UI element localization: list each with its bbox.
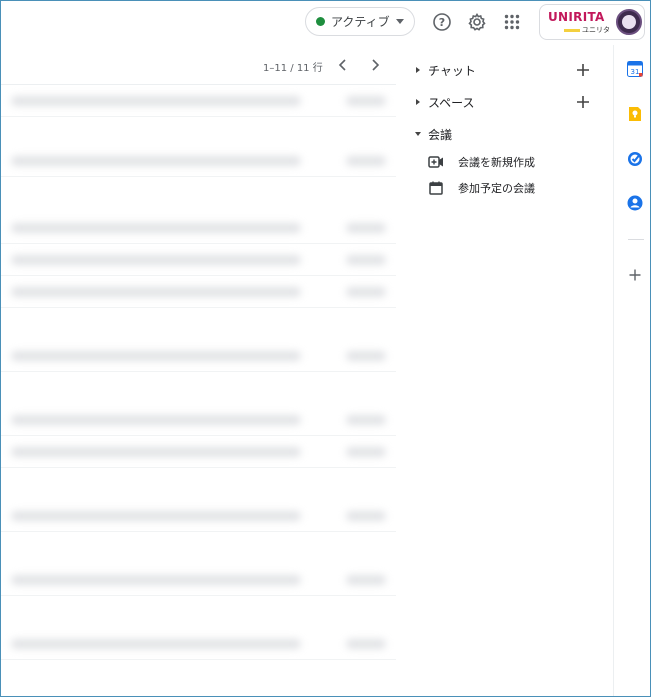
expand-arrow-icon xyxy=(416,67,420,73)
tasks-app-icon[interactable] xyxy=(627,151,643,167)
contacts-app-icon[interactable] xyxy=(627,195,643,211)
svg-text:?: ? xyxy=(439,16,445,29)
add-chat-button[interactable] xyxy=(574,61,592,79)
mail-row[interactable] xyxy=(1,244,396,276)
app-rail: 31 xyxy=(613,45,650,696)
mail-row[interactable] xyxy=(1,145,396,177)
section-chat-label: チャット xyxy=(428,63,476,78)
status-active-dot xyxy=(316,17,325,26)
section-meet-label: 会議 xyxy=(428,127,453,142)
chevron-left-icon[interactable] xyxy=(333,55,353,75)
section-chat[interactable]: チャット xyxy=(396,57,613,83)
expand-arrow-icon xyxy=(416,99,420,105)
mail-row[interactable] xyxy=(1,628,396,660)
mail-row[interactable] xyxy=(1,500,396,532)
mail-toolbar: 1–11 / 11 行 xyxy=(1,45,396,85)
mail-row[interactable] xyxy=(1,436,396,468)
settings-icon[interactable] xyxy=(465,10,489,34)
avatar[interactable] xyxy=(616,9,642,35)
top-bar: アクティブ ? UNIRITA ユニリタ xyxy=(1,1,650,45)
mail-row[interactable] xyxy=(1,404,396,436)
status-selector[interactable]: アクティブ xyxy=(305,7,415,36)
meet-new-meeting[interactable]: 会議を新規作成 xyxy=(428,151,535,173)
apps-grid-icon[interactable] xyxy=(500,10,524,34)
mail-row[interactable] xyxy=(1,276,396,308)
app-window: アクティブ ? UNIRITA ユニリタ 1–11 / 11 行 チャット スペ… xyxy=(0,0,651,697)
meet-upcoming-label: 参加予定の会議 xyxy=(458,182,535,195)
chevron-right-icon[interactable] xyxy=(365,55,385,75)
svg-text:31: 31 xyxy=(631,68,640,76)
side-panel: チャット スペース 会議 会議を新規作成 参加予定の会議 xyxy=(396,45,613,696)
meet-upcoming[interactable]: 参加予定の会議 xyxy=(428,177,535,199)
caret-down-icon xyxy=(395,19,404,24)
meet-new-meeting-label: 会議を新規作成 xyxy=(458,156,535,169)
keep-app-icon[interactable] xyxy=(627,106,643,122)
section-meet[interactable]: 会議 xyxy=(396,121,613,147)
collapse-arrow-icon xyxy=(415,132,421,136)
pagination-text: 1–11 / 11 行 xyxy=(263,63,323,74)
video-add-icon xyxy=(428,154,444,170)
mail-row[interactable] xyxy=(1,85,396,117)
calendar-icon xyxy=(428,180,444,196)
mail-row[interactable] xyxy=(1,564,396,596)
add-icon[interactable] xyxy=(627,267,643,283)
help-icon[interactable]: ? xyxy=(430,10,454,34)
mail-list-area: 1–11 / 11 行 xyxy=(1,45,396,696)
section-spaces-label: スペース xyxy=(428,95,475,110)
status-label: アクティブ xyxy=(331,15,390,29)
mail-row[interactable] xyxy=(1,212,396,244)
brand-logo-text: UNIRITA xyxy=(548,10,605,24)
rail-divider xyxy=(628,239,644,240)
calendar-app-icon[interactable]: 31 xyxy=(627,61,643,77)
brand-logo-sub: ユニリタ xyxy=(564,25,610,35)
account-switcher[interactable]: UNIRITA ユニリタ xyxy=(539,4,645,40)
mail-row[interactable] xyxy=(1,340,396,372)
add-space-button[interactable] xyxy=(574,93,592,111)
section-spaces[interactable]: スペース xyxy=(396,89,613,115)
